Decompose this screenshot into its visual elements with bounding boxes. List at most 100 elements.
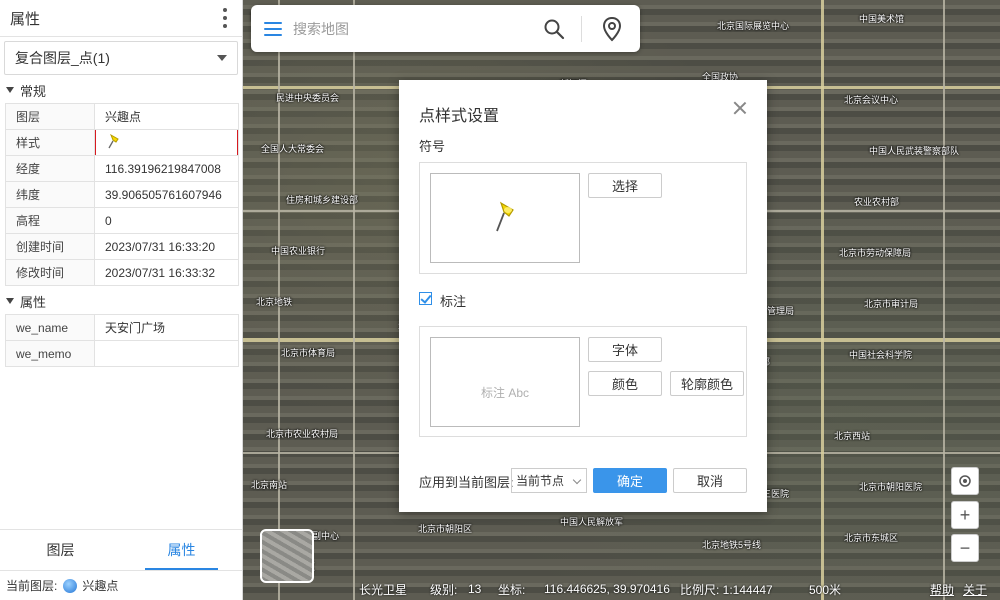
property-panel: 属性 复合图层_点(1) 常规 图层 兴趣点 样式 经度 116.391962198… xyxy=(0,0,243,600)
panel-header: 属性 xyxy=(0,0,242,37)
map-label: 北京市东城区 xyxy=(844,533,899,543)
layer-select[interactable]: 复合图层_点(1) xyxy=(4,41,238,75)
label-checkbox-text: 标注 xyxy=(440,294,467,309)
map-label: 全国人大常委会 xyxy=(261,144,325,154)
table-row: we_name 天安门广场 xyxy=(5,314,239,341)
map-label: 中国美术馆 xyxy=(859,14,905,24)
tab-attributes[interactable]: 属性 xyxy=(121,530,242,570)
section-attrs-header[interactable]: 属性 xyxy=(0,288,242,314)
color-button[interactable]: 颜色 xyxy=(588,371,662,396)
location-pin-icon[interactable] xyxy=(601,16,623,42)
collapse-triangle-icon xyxy=(6,298,14,304)
about-link[interactable]: 关于 xyxy=(963,581,987,598)
property-value: 2023/07/31 16:33:20 xyxy=(94,233,239,260)
current-layer-name: 兴趣点 xyxy=(82,579,119,593)
section-attrs-label: 属性 xyxy=(20,294,47,310)
locate-me-button[interactable] xyxy=(951,467,979,495)
property-value[interactable]: 天安门广场 xyxy=(94,314,239,341)
help-link[interactable]: 帮助 xyxy=(930,581,954,598)
map-road xyxy=(943,0,945,600)
map-label: 中国人民解放军 xyxy=(560,517,624,527)
map-label: 北京南站 xyxy=(251,480,288,490)
layer-select-value: 复合图层_点(1) xyxy=(15,50,110,66)
coordinate-label: 坐标: xyxy=(498,582,526,597)
map-label: 中国人民武装警察部队 xyxy=(869,146,960,156)
zoom-level-label: 级别: xyxy=(430,582,458,597)
coordinate-value: 116.446625, 39.970416 xyxy=(544,582,670,596)
globe-icon xyxy=(63,578,78,593)
panel-title: 属性 xyxy=(10,10,41,28)
map-label: 北京市朝阳医院 xyxy=(859,482,923,492)
table-row: 样式 xyxy=(5,129,239,156)
choose-symbol-button[interactable]: 选择 xyxy=(588,173,662,198)
map-label: 北京国际展览中心 xyxy=(717,21,790,31)
attribute-table: we_name 天安门广场 we_memo xyxy=(5,314,239,367)
basemap-switcher-thumbnail[interactable] xyxy=(260,529,314,583)
property-value[interactable]: 0 xyxy=(94,207,239,234)
property-value[interactable]: 116.39196219847008 xyxy=(94,155,239,182)
search-input[interactable] xyxy=(291,19,525,38)
property-key: 创建时间 xyxy=(5,233,95,260)
table-row: 经度 116.39196219847008 xyxy=(5,155,239,182)
map-label: 住房和城乡建设部 xyxy=(286,195,359,205)
zoom-level-value: 13 xyxy=(468,582,482,596)
current-layer-label: 当前图层: xyxy=(6,579,58,593)
table-row: we_memo xyxy=(5,340,239,367)
ok-button[interactable]: 确定 xyxy=(593,468,667,493)
map-search-bar xyxy=(251,5,640,52)
map-label: 中国农业银行 xyxy=(271,246,326,256)
property-value[interactable] xyxy=(94,340,239,367)
chevron-down-icon xyxy=(572,475,582,485)
tab-layers[interactable]: 图层 xyxy=(0,530,121,570)
map-road xyxy=(821,0,824,600)
label-preview: 标注 Abc xyxy=(430,337,580,427)
collapse-triangle-icon xyxy=(6,87,14,93)
table-row: 创建时间 2023/07/31 16:33:20 xyxy=(5,233,239,260)
zoom-out-button[interactable]: − xyxy=(951,534,979,562)
panel-tabs: 图层 属性 xyxy=(0,529,242,570)
divider xyxy=(581,16,582,42)
property-key: we_memo xyxy=(5,340,95,367)
imagery-source: 长光卫星 xyxy=(359,582,408,597)
map-label: 北京地铁 xyxy=(256,297,293,307)
property-key: 修改时间 xyxy=(5,259,95,286)
current-layer-status: 当前图层: 兴趣点 xyxy=(0,570,242,600)
map-label: 北京市朝阳区 xyxy=(418,524,473,534)
crosshair-icon xyxy=(959,475,971,487)
zoom-in-button[interactable]: + xyxy=(951,501,979,529)
map-label: 北京会议中心 xyxy=(844,95,899,105)
property-key: 图层 xyxy=(5,103,95,130)
pushpin-icon xyxy=(108,134,119,149)
chevron-down-icon xyxy=(217,55,227,61)
point-style-dialog: 点样式设置 符号 选择 标注 标注 Abc 字体 颜色 轮廓颜色 应用到当前图层… xyxy=(399,80,767,512)
outline-color-button[interactable]: 轮廓颜色 xyxy=(670,371,744,396)
scale-bar-label: 500米 xyxy=(809,582,842,597)
close-icon[interactable] xyxy=(733,101,747,115)
property-value[interactable]: 39.906505761607946 xyxy=(94,181,239,208)
property-key: we_name xyxy=(5,314,95,341)
search-icon[interactable] xyxy=(543,18,565,40)
table-row: 高程 0 xyxy=(5,207,239,234)
section-general-header[interactable]: 常规 xyxy=(0,77,242,103)
pushpin-icon xyxy=(496,201,514,232)
section-general-label: 常规 xyxy=(20,83,47,99)
apply-target-select[interactable]: 当前节点 xyxy=(511,468,587,493)
label-checkbox[interactable] xyxy=(419,292,432,305)
label-preview-text: 标注 Abc xyxy=(480,386,529,400)
map-label: 北京市农业农村局 xyxy=(266,429,339,439)
menu-icon[interactable] xyxy=(264,21,282,36)
cancel-button[interactable]: 取消 xyxy=(673,468,747,493)
map-label: 北京市审计局 xyxy=(864,299,919,309)
map-label: 北京市劳动保障局 xyxy=(839,248,912,258)
more-menu-icon[interactable] xyxy=(218,8,232,28)
property-key: 样式 xyxy=(5,129,95,156)
property-key: 经度 xyxy=(5,155,95,182)
map-label: 北京地铁5号线 xyxy=(702,540,762,550)
table-row: 纬度 39.906505761607946 xyxy=(5,181,239,208)
map-label: 民进中央委员会 xyxy=(276,93,340,103)
property-value[interactable]: 兴趣点 xyxy=(94,103,239,130)
font-button[interactable]: 字体 xyxy=(588,337,662,362)
map-label: 中国社会科学院 xyxy=(849,350,913,360)
property-key: 纬度 xyxy=(5,181,95,208)
style-value-cell[interactable] xyxy=(94,129,239,156)
